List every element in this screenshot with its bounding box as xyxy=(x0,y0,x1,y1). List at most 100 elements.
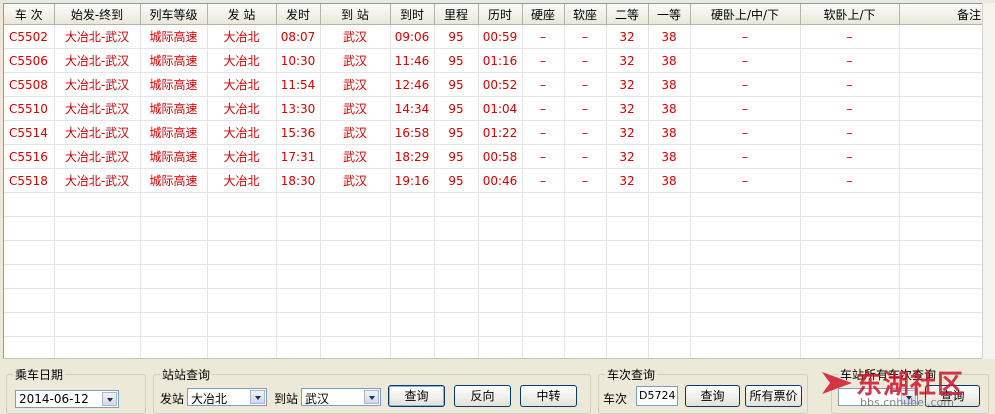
table-cell: – xyxy=(690,168,801,193)
table-cell: 城际高速 xyxy=(140,168,208,193)
empty-cell xyxy=(648,336,691,358)
table-cell xyxy=(899,96,982,121)
empty-cell xyxy=(899,312,982,337)
column-header[interactable]: 车 次 xyxy=(4,4,55,25)
from-station-value: 大冶北 xyxy=(191,392,228,406)
table-cell: 38 xyxy=(648,96,691,121)
empty-cell xyxy=(899,264,982,289)
empty-cell xyxy=(522,336,565,358)
train-number-input[interactable]: D5724 xyxy=(636,386,678,406)
table-cell: 大冶北 xyxy=(207,72,277,97)
column-header[interactable]: 里程 xyxy=(434,4,479,25)
table-row[interactable]: C5508 大冶北-武汉 城际高速 大冶北 11:54 武汉 12:46 95 00:52– –3… xyxy=(4,72,982,97)
empty-cell xyxy=(320,288,391,313)
table-cell: 16:58 xyxy=(390,120,435,145)
station-query-button[interactable]: 查询 xyxy=(388,385,445,407)
empty-cell xyxy=(800,264,900,289)
empty-cell xyxy=(434,336,479,358)
column-header[interactable]: 软卧上/下 xyxy=(800,4,900,25)
empty-cell xyxy=(564,216,607,241)
empty-cell xyxy=(899,288,982,313)
from-station-label: 发站 xyxy=(160,392,185,406)
empty-cell xyxy=(54,336,141,358)
table-cell: 32 xyxy=(606,144,649,169)
transfer-button[interactable]: 中转 xyxy=(520,385,577,407)
column-header[interactable]: 始发-终到 xyxy=(54,4,141,25)
table-cell: 08:07 xyxy=(276,24,321,49)
table-cell: 大冶北-武汉 xyxy=(54,144,141,169)
table-row[interactable]: C5516 大冶北-武汉 城际高速 大冶北 17:31 武汉 18:29 95 00:58– –3… xyxy=(4,144,982,169)
column-header[interactable]: 到时 xyxy=(390,4,435,25)
table-cell xyxy=(899,144,982,169)
table-row[interactable]: C5510 大冶北-武汉 城际高速 大冶北 13:30 武汉 14:34 95 01:04– –3… xyxy=(4,96,982,121)
table-cell: 38 xyxy=(648,144,691,169)
column-header[interactable]: 硬卧上/中/下 xyxy=(690,4,801,25)
empty-cell xyxy=(648,288,691,313)
column-header[interactable]: 硬座 xyxy=(522,4,565,25)
empty-cell xyxy=(564,336,607,358)
empty-cell xyxy=(4,240,55,265)
table-cell: 城际高速 xyxy=(140,48,208,73)
train-query-button[interactable]: 查询 xyxy=(685,385,740,407)
table-cell: 大冶北 xyxy=(207,48,277,73)
column-header[interactable]: 发 站 xyxy=(207,4,277,25)
column-header[interactable]: 一等 xyxy=(648,4,691,25)
vertical-scrollbar[interactable] xyxy=(982,3,995,359)
table-cell: – xyxy=(564,48,607,73)
date-value: 2014-06-12 xyxy=(19,392,89,406)
empty-cell xyxy=(390,240,435,265)
column-header[interactable]: 备注 xyxy=(899,4,982,25)
table-cell: 32 xyxy=(606,168,649,193)
table-cell: 城际高速 xyxy=(140,24,208,49)
train-results-grid[interactable]: 车 次始发-终到 列车等级发 站发时到 站到时 里程 历时 硬座 软座 二等 一等 硬卧上/中/… xyxy=(3,3,983,359)
empty-cell xyxy=(606,240,649,265)
table-row[interactable]: C5502 大冶北-武汉 城际高速 大冶北 08:07 武汉 09:06 95 00:59– –3… xyxy=(4,24,982,49)
empty-cell xyxy=(648,312,691,337)
empty-cell xyxy=(390,312,435,337)
empty-cell xyxy=(478,216,523,241)
empty-cell xyxy=(606,192,649,217)
table-cell xyxy=(899,24,982,49)
brand-logo-icon xyxy=(822,372,852,394)
reverse-button[interactable]: 反向 xyxy=(454,385,511,407)
table-cell: 95 xyxy=(434,24,479,49)
table-cell: C5502 xyxy=(4,24,55,49)
table-cell: – xyxy=(800,144,900,169)
all-fares-button[interactable]: 所有票价 xyxy=(745,385,802,407)
table-cell: – xyxy=(522,72,565,97)
column-header[interactable]: 历时 xyxy=(478,4,523,25)
empty-cell xyxy=(522,288,565,313)
table-cell: 09:06 xyxy=(390,24,435,49)
column-header[interactable]: 列车等级 xyxy=(140,4,208,25)
table-cell: 38 xyxy=(648,120,691,145)
column-header[interactable]: 二等 xyxy=(606,4,649,25)
empty-cell xyxy=(54,216,141,241)
table-cell: 95 xyxy=(434,144,479,169)
table-cell: 城际高速 xyxy=(140,96,208,121)
empty-cell xyxy=(434,288,479,313)
column-header[interactable]: 到 站 xyxy=(320,4,391,25)
empty-cell xyxy=(648,240,691,265)
empty-row xyxy=(4,336,982,358)
table-header-row: 车 次始发-终到 列车等级发 站发时到 站到时 里程 历时 硬座 软座 二等 一等 硬卧上/中/… xyxy=(4,4,982,25)
to-station-select[interactable]: 武汉 xyxy=(301,388,381,406)
table-row[interactable]: C5518 大冶北-武汉 城际高速 大冶北 18:30 武汉 19:16 95 00:46– –3… xyxy=(4,168,982,193)
table-cell: – xyxy=(800,24,900,49)
chevron-down-icon[interactable] xyxy=(250,390,265,404)
column-header[interactable]: 软座 xyxy=(564,4,607,25)
table-row[interactable]: C5506 大冶北-武汉 城际高速 大冶北 10:30 武汉 11:46 95 01:16– –3… xyxy=(4,48,982,73)
table-row[interactable]: C5514 大冶北-武汉 城际高速 大冶北 15:36 武汉 16:58 95 01:22– –3… xyxy=(4,120,982,145)
train-number-label: 车次 xyxy=(603,392,628,406)
table-cell: 12:46 xyxy=(390,72,435,97)
table-cell: 大冶北 xyxy=(207,144,277,169)
table-cell: 大冶北-武汉 xyxy=(54,120,141,145)
table-cell: 38 xyxy=(648,168,691,193)
empty-cell xyxy=(54,240,141,265)
chevron-down-icon[interactable] xyxy=(364,390,379,404)
column-header[interactable]: 发时 xyxy=(276,4,321,25)
chevron-down-icon[interactable] xyxy=(102,392,117,406)
from-station-select[interactable]: 大冶北 xyxy=(187,388,267,406)
table-cell: 95 xyxy=(434,96,479,121)
date-picker[interactable]: 2014-06-12 xyxy=(15,390,119,408)
table-cell: 38 xyxy=(648,48,691,73)
